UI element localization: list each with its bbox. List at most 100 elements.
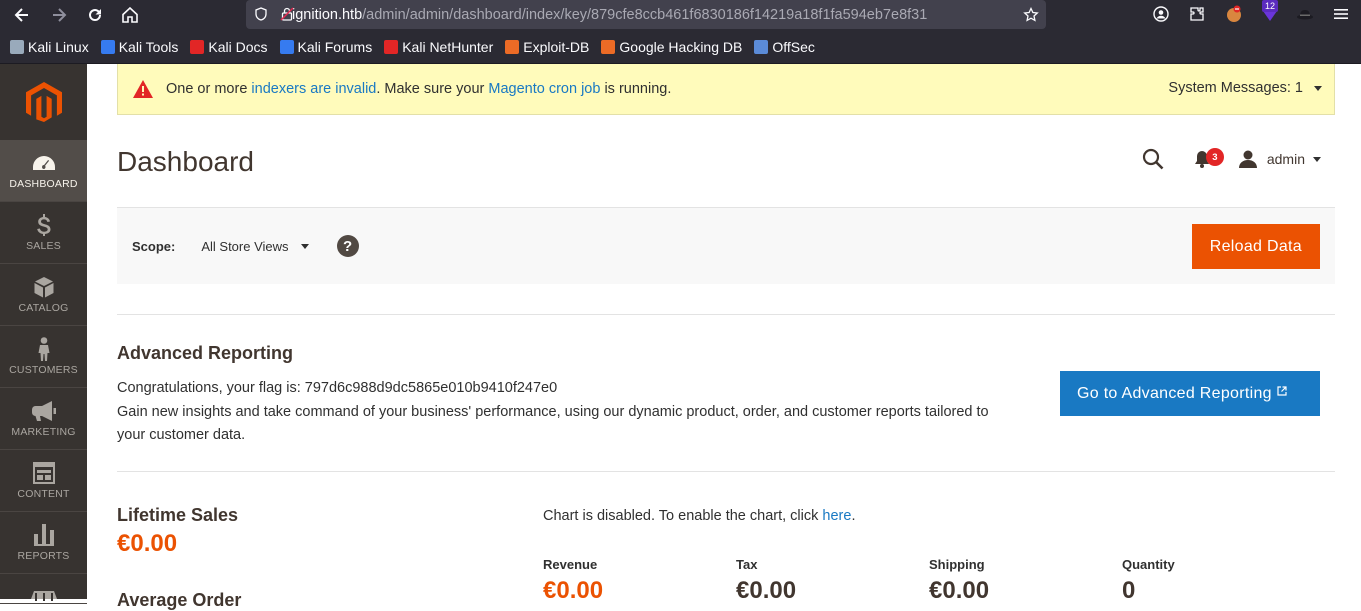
total-label: Tax — [736, 557, 758, 572]
sidebar-item-customers[interactable]: CUSTOMERS — [0, 326, 87, 388]
scope-value: All Store Views — [201, 238, 289, 254]
total-value: 0 — [1122, 577, 1136, 604]
page-title: Dashboard — [117, 146, 254, 177]
bookmark-item[interactable]: OffSec — [754, 39, 815, 55]
chevron-down-icon — [1313, 156, 1321, 162]
sidebar-item-catalog[interactable]: CATALOG — [0, 264, 87, 326]
forward-arrow-icon[interactable] — [47, 3, 71, 27]
total-tax: Tax €0.00 — [736, 557, 796, 605]
reload-data-button[interactable]: Reload Data — [1191, 224, 1320, 269]
bookmark-label: Kali Forums — [297, 38, 373, 55]
chevron-down-icon — [300, 243, 309, 249]
bookmark-label: Kali Linux — [28, 38, 89, 55]
home-icon[interactable] — [118, 3, 142, 27]
total-revenue: Revenue €0.00 — [543, 557, 603, 605]
divider — [117, 471, 1335, 472]
total-label: Quantity — [1122, 557, 1175, 572]
external-link-icon — [1277, 385, 1287, 396]
search-icon[interactable] — [1142, 148, 1164, 170]
bookmark-item[interactable]: Kali Forums — [279, 38, 373, 55]
bookmark-label: Kali Tools — [118, 38, 179, 55]
sidebar-item-stores[interactable] — [0, 574, 87, 604]
hamburger-menu-icon[interactable] — [1332, 5, 1350, 23]
scope-bar: Scope: All Store Views ? Reload Data — [117, 207, 1335, 284]
megaphone-icon — [31, 399, 56, 423]
advanced-reporting-description: Gain new insights and take command of yo… — [117, 403, 989, 444]
notifications-count-badge: 3 — [1205, 148, 1224, 166]
user-icon — [1238, 150, 1258, 168]
total-shipping: Shipping €0.00 — [929, 557, 989, 605]
total-quantity: Quantity 0 — [1122, 557, 1175, 605]
sidebar-item-label: DASHBOARD — [9, 178, 78, 190]
bookmark-item[interactable]: Google Hacking DB — [601, 39, 742, 55]
chevron-down-icon — [1314, 85, 1322, 91]
reload-icon[interactable] — [83, 3, 107, 27]
cookie-extension-icon[interactable] — [1225, 5, 1243, 23]
bookmark-icon — [190, 39, 205, 54]
sidebar-item-reports[interactable]: REPORTS — [0, 512, 87, 574]
bookmark-item[interactable]: Kali NetHunter — [384, 39, 493, 55]
sidebar-item-label: CONTENT — [17, 488, 70, 500]
bookmark-item[interactable]: Kali Linux — [10, 39, 89, 55]
total-value: €0.00 — [736, 577, 797, 604]
total-value: €0.00 — [543, 577, 604, 604]
back-arrow-icon[interactable] — [10, 3, 34, 27]
lock-warning-icon[interactable] — [280, 7, 294, 21]
person-icon — [37, 337, 51, 361]
system-messages-counter: System Messages: 1 — [1168, 80, 1303, 96]
system-messages-toggle[interactable]: System Messages: 1 — [1168, 80, 1322, 96]
help-icon[interactable]: ? — [336, 235, 359, 257]
extensions-puzzle-icon[interactable] — [1188, 5, 1206, 23]
bookmark-icon — [279, 39, 294, 54]
bookmark-item[interactable]: Kali Docs — [190, 38, 268, 55]
system-message-bar: One or more indexers are invalid. Make s… — [117, 64, 1335, 115]
advanced-reporting-text: Congratulations, your flag is: 797d6c988… — [117, 377, 1017, 448]
system-message-text: One or more indexers are invalid. Make s… — [166, 81, 672, 97]
scope-switcher[interactable]: All Store Views — [201, 238, 309, 254]
lifetime-sales-title: Lifetime Sales — [117, 505, 239, 525]
bookmark-item[interactable]: Kali Tools — [100, 38, 179, 55]
bookmark-item[interactable]: Exploit-DB — [505, 39, 589, 55]
bookmark-icon — [601, 39, 616, 54]
notifications-button[interactable]: 3 — [1194, 148, 1224, 168]
browser-toolbar: ignition.htb/admin/admin/dashboard/index… — [0, 0, 1361, 30]
sidebar-item-label: REPORTS — [17, 550, 70, 562]
main-content: One or more indexers are invalid. Make s… — [87, 64, 1361, 610]
layout-icon — [32, 461, 55, 485]
advanced-reporting-title: Advanced Reporting — [117, 343, 294, 363]
indexers-link[interactable]: indexers are invalid — [251, 81, 376, 97]
bookmark-label: Kali Docs — [208, 38, 268, 55]
lifetime-sales-value: €0.00 — [117, 530, 178, 557]
divider — [117, 314, 1335, 315]
scope-label: Scope: — [132, 238, 176, 254]
enable-chart-link[interactable]: here — [822, 508, 851, 524]
store-icon — [30, 585, 57, 603]
sidebar-item-content[interactable]: CONTENT — [0, 450, 87, 512]
account-icon[interactable] — [1152, 5, 1170, 23]
bookmark-icon — [505, 39, 520, 54]
sidebar-item-dashboard[interactable]: DASHBOARD — [0, 140, 87, 202]
user-name: admin — [1266, 151, 1305, 167]
bookmark-icon — [754, 39, 769, 54]
url-bar[interactable]: ignition.htb/admin/admin/dashboard/index… — [246, 0, 1046, 29]
sidebar-item-label: SALES — [26, 240, 61, 252]
bookmark-label: Kali NetHunter — [402, 38, 494, 55]
hat-extension-icon[interactable] — [1296, 5, 1314, 23]
magento-logo[interactable] — [0, 64, 87, 140]
url-text: ignition.htb/admin/admin/dashboard/index… — [292, 6, 928, 23]
bookmarks-bar: Kali Linux Kali Tools Kali Docs Kali Forums… — [0, 30, 1361, 64]
shield-icon[interactable] — [254, 7, 268, 21]
bookmark-icon — [100, 39, 115, 54]
user-menu[interactable]: admin — [1238, 150, 1321, 168]
cron-job-link[interactable]: Magento cron job — [488, 81, 600, 97]
box-icon — [33, 275, 55, 299]
sidebar-item-label: MARKETING — [11, 426, 76, 438]
bookmark-label: Google Hacking DB — [619, 38, 743, 55]
sidebar-item-sales[interactable]: SALES — [0, 202, 87, 264]
go-to-advanced-reporting-button[interactable]: Go to Advanced Reporting — [1060, 371, 1320, 416]
sidebar-item-marketing[interactable]: MARKETING — [0, 388, 87, 450]
chart-disabled-message: Chart is disabled. To enable the chart, … — [543, 508, 856, 524]
extension-count-badge: 12 — [1262, 0, 1279, 12]
star-bookmark-icon[interactable] — [1023, 6, 1039, 22]
advanced-reporting-button-label: Go to Advanced Reporting — [1077, 384, 1272, 402]
